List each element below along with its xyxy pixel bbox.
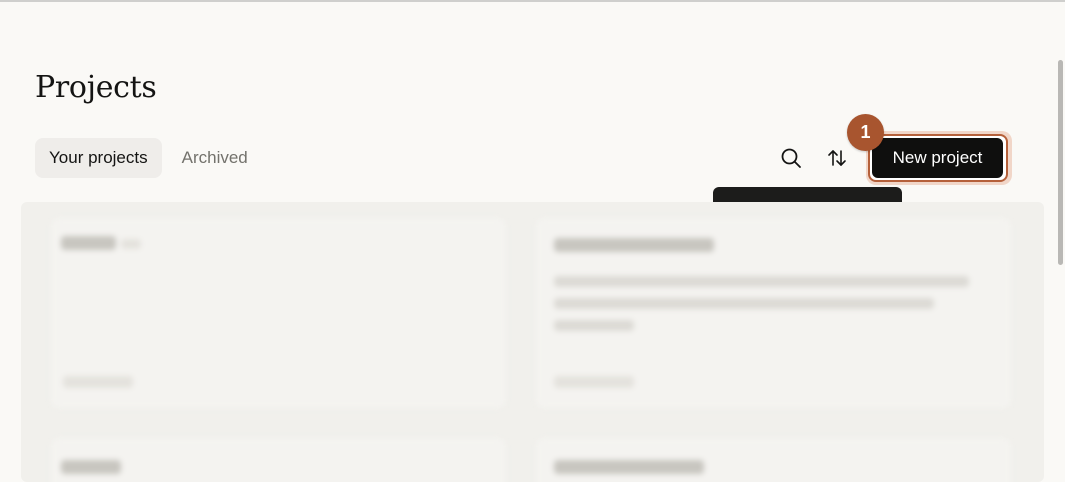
project-card-badge: [121, 239, 141, 249]
projects-grid: [21, 202, 1044, 482]
project-card[interactable]: [51, 218, 506, 408]
project-tabs: Your projects Archived: [35, 138, 262, 178]
step-badge: 1: [847, 114, 884, 151]
project-card-description: [554, 276, 969, 287]
page-title: Projects: [35, 70, 157, 105]
project-card-title: [61, 236, 116, 250]
sort-arrows-icon: [828, 150, 846, 166]
new-project-button[interactable]: New project: [872, 138, 1003, 178]
project-card-title: [61, 460, 121, 474]
window-top-border: [0, 0, 1065, 2]
project-card-description: [554, 298, 934, 309]
tab-your-projects[interactable]: Your projects: [35, 138, 162, 178]
project-card[interactable]: [51, 438, 506, 482]
project-card-description: [554, 320, 634, 331]
project-card-title: [554, 238, 714, 252]
sort-button[interactable]: [820, 141, 854, 175]
tab-archived[interactable]: Archived: [168, 138, 262, 178]
search-icon: [781, 148, 801, 168]
project-card[interactable]: [536, 438, 1011, 482]
page-scrollbar[interactable]: [1058, 60, 1063, 265]
project-card-title: [554, 460, 704, 474]
project-card-meta: [63, 376, 133, 388]
search-button[interactable]: [774, 141, 808, 175]
project-card[interactable]: [536, 218, 1011, 408]
project-card-meta: [554, 376, 634, 388]
